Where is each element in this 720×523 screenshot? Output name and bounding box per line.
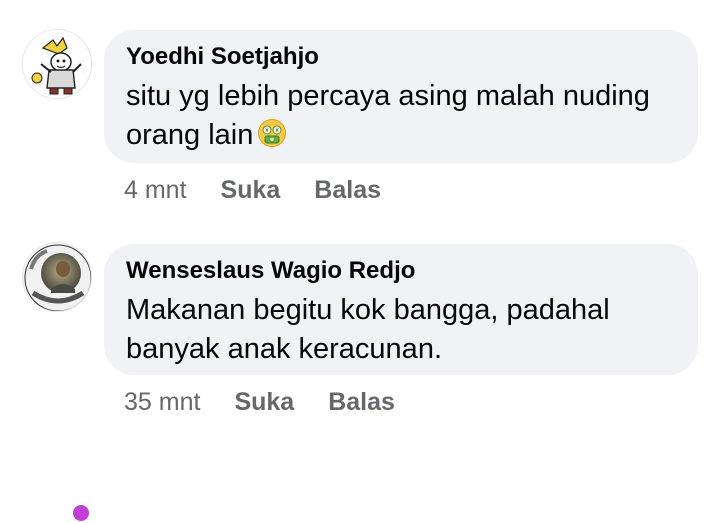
money-mouth-face-icon: [257, 118, 287, 148]
reply-button[interactable]: Balas: [328, 387, 395, 417]
comment-text-body: situ yg lebih percaya asing malah nuding…: [126, 80, 650, 151]
comment-timestamp[interactable]: 35 mnt: [124, 387, 200, 417]
comment-timestamp[interactable]: 4 mnt: [124, 175, 187, 205]
comment-author[interactable]: Yoedhi Soetjahjo: [126, 43, 676, 71]
avatar-cartoon-icon: [23, 30, 91, 98]
comment-item: Yoedhi Soetjahjo situ yg lebih percaya a…: [0, 0, 720, 215]
frame-badge-icon: [71, 503, 91, 523]
like-button[interactable]: Suka: [234, 387, 294, 417]
comment-actions: 4 mnt Suka Balas: [124, 175, 381, 205]
avatar[interactable]: [22, 242, 92, 312]
comment-bubble: Wenseslaus Wagio Redjo Makanan begitu ko…: [104, 244, 698, 375]
comment-text: Makanan begitu kok bangga, padahal banya…: [126, 294, 610, 365]
like-button[interactable]: Suka: [221, 175, 281, 205]
comment-bubble: Yoedhi Soetjahjo situ yg lebih percaya a…: [104, 30, 698, 163]
comment-author[interactable]: Wenseslaus Wagio Redjo: [126, 257, 676, 285]
comment-item: Wenseslaus Wagio Redjo Makanan begitu ko…: [0, 222, 720, 523]
reply-button[interactable]: Balas: [314, 175, 381, 205]
comment-text: situ yg lebih percaya asing malah nuding…: [126, 77, 676, 155]
avatar-photo-frame-icon: [23, 243, 91, 311]
avatar[interactable]: [22, 29, 92, 99]
comment-actions: 35 mnt Suka Balas: [124, 387, 395, 417]
